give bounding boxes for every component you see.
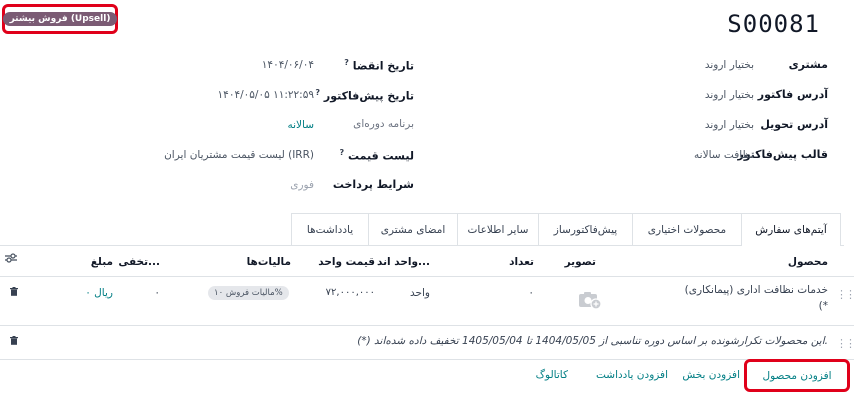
recurring-plan-label: برنامه دوره‌ای — [353, 118, 414, 130]
help-icon[interactable]: ? — [344, 58, 349, 67]
row-discount[interactable]: ۰ — [154, 287, 160, 299]
upsell-highlight: فروش بیشتر (Upsell) — [2, 4, 118, 34]
tab-quote-builder[interactable]: پیش‌فاکتورساز — [538, 213, 633, 245]
row-tax[interactable]: مالیات فروش ۱۰% — [208, 285, 289, 300]
tax-pill[interactable]: مالیات فروش ۱۰% — [208, 286, 289, 300]
row-quantity[interactable]: ۰ — [528, 287, 534, 299]
row-divider — [0, 359, 854, 360]
delivery-address-label: آدرس تحویل — [760, 118, 828, 131]
quotation-template-field[interactable]: نظافت سالانه — [694, 149, 754, 161]
row-unit-price[interactable]: ۷۲,۰۰۰,۰۰۰ — [326, 287, 375, 298]
col-amount[interactable]: مبلغ — [91, 256, 113, 268]
recurring-plan-field[interactable]: سالانه — [287, 119, 314, 131]
pricelist-field[interactable]: لیست قیمت مشتریان ایران (IRR) — [164, 149, 314, 161]
invoice-address-field[interactable]: بختیار اروند — [705, 89, 754, 101]
add-section-button[interactable]: افزودن بخش — [682, 369, 740, 381]
pricelist-label: ? لیست قیمت — [339, 148, 414, 163]
delivery-address-field[interactable]: بختیار اروند — [705, 119, 754, 131]
catalog-button[interactable]: کاتالوگ — [536, 369, 568, 381]
add-note-button[interactable]: افزودن یادداشت — [596, 369, 668, 381]
row-divider — [0, 325, 854, 326]
add-product-highlight: افزودن محصول — [744, 359, 850, 392]
tabs-baseline — [0, 245, 844, 246]
tab-optional-products[interactable]: محصولات اختیاری — [632, 213, 742, 245]
customer-label: مشتری — [788, 58, 828, 71]
row-amount: ۰ ریال — [85, 287, 113, 299]
proration-note[interactable]: (*) این محصولات تکرارشونده بر اساس دوره … — [357, 335, 828, 347]
expiration-field[interactable]: ۱۴۰۴/۰۶/۰۴ — [262, 59, 314, 71]
tab-order-lines[interactable]: آیتم‌های سفارش — [741, 213, 841, 246]
quotation-date-label: ? تاریخ پیش‌فاکتور — [315, 88, 414, 103]
col-taxes[interactable]: مالیات‌ها — [247, 256, 291, 268]
header-divider — [0, 276, 854, 277]
drag-handle-icon[interactable]: ⋮⋮ — [836, 288, 854, 301]
help-icon[interactable]: ? — [340, 148, 345, 157]
payment-terms-label: شرایط پرداخت — [332, 178, 414, 191]
invoice-address-label: آدرس فاکتور — [757, 88, 828, 101]
trash-icon[interactable] — [10, 286, 18, 299]
row-product-note: (* — [818, 300, 828, 312]
col-quantity[interactable]: تعداد — [509, 256, 534, 268]
upsell-badge[interactable]: فروش بیشتر (Upsell) — [2, 12, 118, 26]
customer-field[interactable]: بختیار اروند — [705, 59, 754, 71]
tab-customer-signature[interactable]: امضای مشتری — [368, 213, 458, 245]
quotation-date-field[interactable]: ۱۴۰۴/۰۵/۰۵ ۱۱:۲۲:۵۹ — [218, 89, 314, 101]
col-image[interactable]: تصویر — [565, 256, 596, 268]
tab-notes[interactable]: یادداشت‌ها — [291, 213, 369, 245]
column-settings-icon[interactable] — [4, 252, 20, 266]
tab-other-info[interactable]: سایر اطلاعات — [457, 213, 539, 245]
trash-icon[interactable] — [10, 335, 18, 348]
help-icon[interactable]: ? — [315, 88, 320, 97]
row-uom[interactable]: واحد — [410, 287, 430, 299]
col-uom[interactable]: واحد اند... — [377, 256, 430, 268]
order-number: S00081 — [727, 10, 820, 38]
payment-terms-field[interactable]: فوری — [290, 179, 314, 191]
drag-handle-icon[interactable]: ⋮⋮ — [836, 337, 854, 350]
col-discount[interactable]: تخفی... — [118, 256, 160, 268]
col-product[interactable]: محصول — [788, 256, 828, 268]
row-product[interactable]: خدمات نظافت اداری (پیمانکاری) — [685, 284, 828, 296]
add-product-button[interactable]: افزودن محصول — [762, 370, 831, 382]
image-placeholder-icon[interactable] — [578, 290, 602, 310]
expiration-label: ? تاریخ انقضا — [344, 58, 414, 73]
col-unit-price[interactable]: قیمت واحد — [318, 256, 375, 268]
